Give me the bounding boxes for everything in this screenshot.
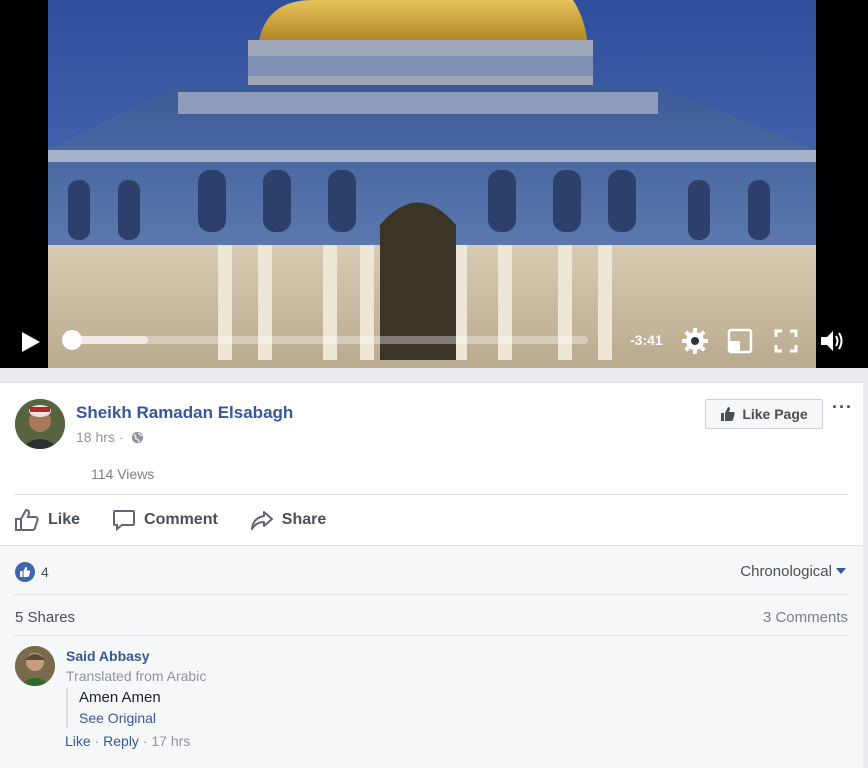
meta-separator: · [118, 429, 124, 445]
sort-label: Chronological [740, 563, 832, 580]
caret-down-icon [836, 568, 846, 574]
comment-text: Amen Amen [79, 689, 161, 706]
like-reaction-icon [15, 562, 35, 582]
fullscreen-icon[interactable] [772, 327, 800, 355]
scrubber-handle[interactable] [62, 330, 82, 350]
more-options-icon[interactable]: ··· [832, 397, 853, 418]
view-count: 114 Views [91, 466, 155, 482]
separator: · [94, 733, 104, 749]
comment-label: Comment [144, 511, 218, 528]
like-button[interactable]: Like [14, 508, 80, 532]
post-actions: Like Comment Share [14, 495, 358, 545]
post-meta: 18 hrs · [76, 429, 144, 445]
thumbs-up-outline-icon [15, 508, 39, 531]
picture-in-picture-icon[interactable] [726, 327, 754, 355]
play-icon[interactable] [18, 330, 42, 354]
video-player[interactable]: -3:41 [0, 0, 868, 368]
person-photo-icon [15, 646, 55, 686]
comments-count[interactable]: 3 Comments [763, 609, 848, 626]
comment-actions: Like · Reply · 17 hrs [65, 733, 190, 749]
post-card: Sheikh Ramadan Elsabagh 18 hrs · Like Pa… [0, 382, 863, 768]
reaction-count: 4 [41, 564, 49, 580]
engagement-section: 4 Chronological 5 Shares 3 Comments Said… [0, 545, 863, 768]
reaction-summary[interactable]: 4 [15, 562, 49, 582]
comment-reply-link[interactable]: Reply [103, 733, 139, 749]
globe-icon[interactable] [131, 431, 144, 444]
person-photo-icon [15, 399, 65, 449]
comment-like-link[interactable]: Like [65, 733, 91, 749]
translation-note: Translated from Arabic [66, 668, 207, 684]
time-remaining: -3:41 [630, 332, 663, 348]
post-time[interactable]: 18 hrs [76, 429, 115, 445]
video-controls: -3:41 [0, 318, 868, 368]
comment-button[interactable]: Comment [112, 508, 218, 532]
comment-body: Amen Amen See Original [66, 688, 161, 728]
comment-bubble-icon [113, 510, 136, 532]
share-label: Share [281, 511, 327, 528]
share-button[interactable]: Share [250, 508, 326, 532]
like-label: Like [48, 511, 81, 528]
divider [14, 594, 848, 595]
share-arrow-icon [250, 511, 273, 530]
commenter-avatar[interactable] [15, 646, 55, 686]
commenter-name[interactable]: Said Abbasy [66, 648, 150, 664]
author-name[interactable]: Sheikh Ramadan Elsabagh [76, 403, 293, 423]
video-frame [48, 0, 816, 368]
author-avatar[interactable] [15, 399, 65, 449]
divider [14, 635, 848, 636]
thumbs-up-icon [721, 407, 735, 421]
like-page-button[interactable]: Like Page [705, 399, 823, 429]
settings-gear-icon[interactable] [681, 327, 709, 355]
volume-icon[interactable] [818, 327, 846, 355]
like-page-label: Like Page [742, 406, 808, 422]
shares-count[interactable]: 5 Shares [15, 609, 75, 626]
progress-track[interactable] [66, 336, 588, 344]
see-original-link[interactable]: See Original [79, 708, 161, 728]
sort-dropdown[interactable]: Chronological [740, 563, 846, 580]
comment-time[interactable]: 17 hrs [151, 733, 190, 749]
